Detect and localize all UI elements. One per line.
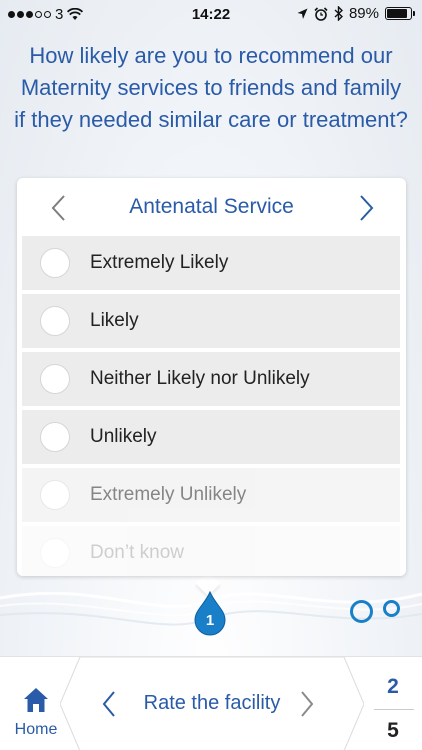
next-section-chevron-icon[interactable]	[298, 690, 316, 718]
location-arrow-icon	[297, 8, 308, 19]
status-bar: 3 14:22 89%	[0, 0, 422, 30]
home-icon	[24, 688, 48, 712]
bottom-bar: Home Rate the facility 2 5	[0, 656, 422, 750]
current-page-number: 1	[206, 612, 214, 629]
survey-question: How likely are you to recommend our Mate…	[14, 43, 408, 132]
radio-button[interactable]	[40, 306, 70, 336]
battery-level-fill	[387, 9, 408, 18]
answer-options: Extremely Likely Likely Neither Likely n…	[22, 236, 400, 576]
radio-button[interactable]	[40, 422, 70, 452]
section-title: Rate the facility	[143, 692, 281, 714]
option-unlikely[interactable]: Unlikely	[22, 410, 400, 464]
service-title: Antenatal Service	[129, 195, 294, 218]
status-right: 89%	[297, 5, 415, 22]
next-page-number[interactable]: 2	[364, 675, 422, 699]
survey-card: Antenatal Service Extremely Likely Likel…	[17, 178, 406, 576]
section-navigator: Rate the facility	[60, 657, 364, 750]
battery-icon	[385, 7, 415, 20]
battery-percent: 89%	[348, 5, 379, 22]
option-neither-likely-nor-unlikely[interactable]: Neither Likely nor Unlikely	[22, 352, 400, 406]
option-extremely-unlikely[interactable]: Extremely Unlikely	[22, 468, 400, 522]
current-page-drop-icon: 1	[194, 590, 226, 636]
option-label: Likely	[90, 310, 139, 331]
option-extremely-likely[interactable]: Extremely Likely	[22, 236, 400, 290]
option-likely[interactable]: Likely	[22, 294, 400, 348]
bluetooth-icon	[334, 6, 343, 21]
page-divider	[374, 709, 414, 710]
option-dont-know[interactable]: Don’t know	[22, 526, 400, 576]
service-header: Antenatal Service	[17, 178, 406, 236]
option-label: Extremely Likely	[90, 252, 229, 273]
option-label: Unlikely	[90, 426, 157, 447]
page-dots	[350, 600, 400, 623]
radio-button[interactable]	[40, 248, 70, 278]
page-counter: 2 5	[364, 657, 422, 750]
option-label: Don’t know	[90, 542, 184, 563]
radio-button[interactable]	[40, 538, 70, 568]
total-pages: 5	[387, 719, 399, 742]
page-dot[interactable]	[350, 600, 373, 623]
radio-button[interactable]	[40, 364, 70, 394]
alarm-icon	[314, 6, 328, 21]
previous-service-chevron-icon[interactable]	[47, 193, 71, 223]
page-dot[interactable]	[383, 600, 400, 617]
next-service-chevron-icon[interactable]	[354, 193, 378, 223]
option-label: Neither Likely nor Unlikely	[90, 368, 310, 389]
option-label: Extremely Unlikely	[90, 484, 247, 505]
radio-button[interactable]	[40, 480, 70, 510]
